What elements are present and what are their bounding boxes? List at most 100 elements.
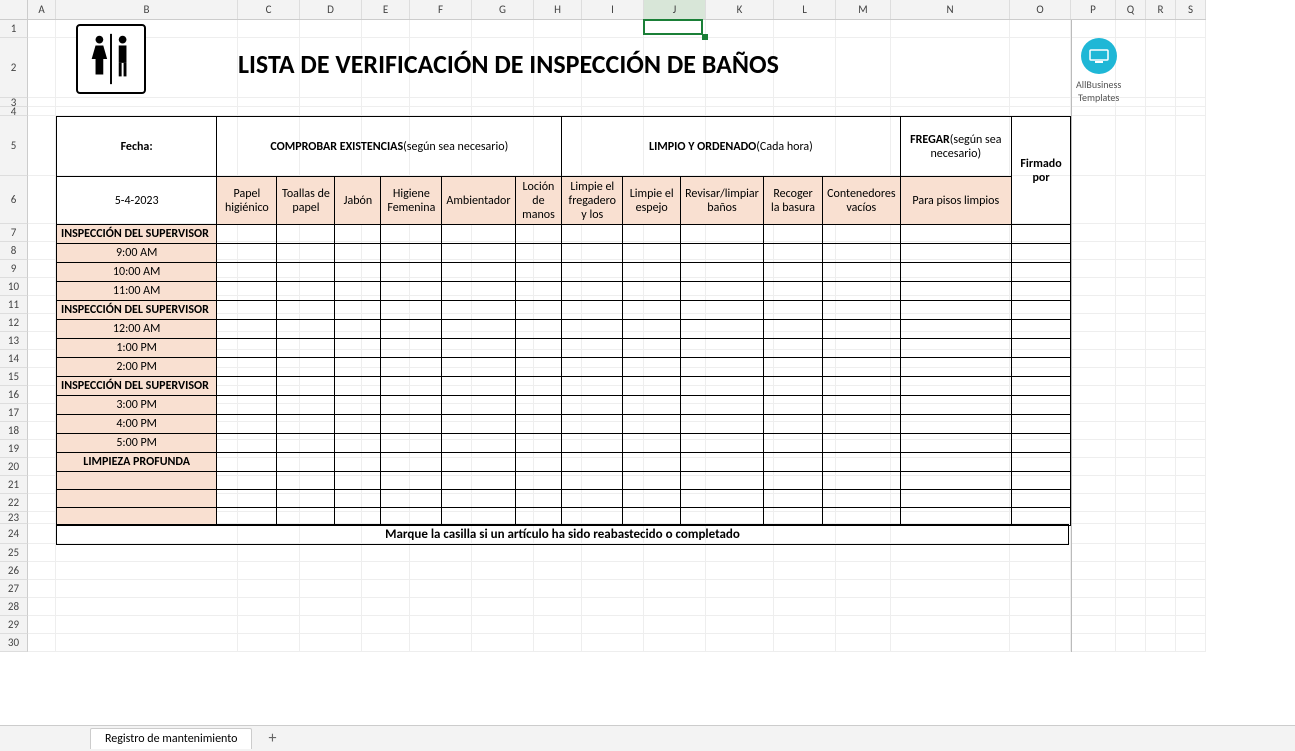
col-header-F[interactable]: F [410,0,472,19]
checklist-cell[interactable] [900,472,1012,490]
checklist-cell[interactable] [823,244,900,263]
checklist-cell[interactable] [442,358,515,377]
checklist-cell[interactable] [823,490,900,508]
checklist-cell[interactable] [562,320,623,339]
checklist-cell[interactable] [1012,434,1071,453]
checklist-cell[interactable] [217,490,277,508]
checklist-cell[interactable] [763,453,822,472]
checklist-cell[interactable] [623,244,681,263]
row-header-24[interactable]: 24 [0,524,28,544]
checklist-cell[interactable] [1012,358,1071,377]
row-header-15[interactable]: 15 [0,368,28,386]
row-header-1[interactable]: 1 [0,20,28,38]
col-header-E[interactable]: E [362,0,410,19]
row-header-26[interactable]: 26 [0,562,28,580]
checklist-cell[interactable] [562,490,623,508]
checklist-cell[interactable] [335,396,381,415]
checklist-cell[interactable] [900,396,1012,415]
col-header-K[interactable]: K [706,0,774,19]
sheet-tab[interactable]: Registro de mantenimiento [90,728,252,749]
checklist-cell[interactable] [823,282,900,301]
checklist-cell[interactable] [900,301,1012,320]
checklist-cell[interactable] [335,244,381,263]
checklist-cell[interactable] [823,434,900,453]
checklist-cell[interactable] [277,244,335,263]
checklist-cell[interactable] [1012,301,1071,320]
checklist-cell[interactable] [1012,415,1071,434]
checklist-cell[interactable] [823,263,900,282]
checklist-cell[interactable] [277,301,335,320]
checklist-cell[interactable] [900,320,1012,339]
checklist-cell[interactable] [515,339,562,358]
checklist-cell[interactable] [681,396,764,415]
col-header-L[interactable]: L [774,0,836,19]
checklist-cell[interactable] [515,453,562,472]
checklist-cell[interactable] [381,415,442,434]
checklist-cell[interactable] [335,472,381,490]
col-header-C[interactable]: C [238,0,300,19]
checklist-cell[interactable] [335,377,381,396]
checklist-cell[interactable] [562,508,623,526]
checklist-cell[interactable] [623,301,681,320]
checklist-cell[interactable] [763,377,822,396]
checklist-cell[interactable] [217,396,277,415]
checklist-cell[interactable] [823,396,900,415]
checklist-cell[interactable] [277,263,335,282]
checklist-cell[interactable] [562,282,623,301]
checklist-cell[interactable] [217,358,277,377]
col-header-R[interactable]: R [1146,0,1176,19]
checklist-cell[interactable] [900,225,1012,244]
checklist-cell[interactable] [335,339,381,358]
col-header-H[interactable]: H [534,0,582,19]
col-header-G[interactable]: G [472,0,534,19]
checklist-cell[interactable] [823,415,900,434]
checklist-cell[interactable] [763,490,822,508]
checklist-cell[interactable] [1012,282,1071,301]
checklist-cell[interactable] [763,282,822,301]
checklist-cell[interactable] [763,225,822,244]
checklist-cell[interactable] [381,434,442,453]
checklist-cell[interactable] [900,282,1012,301]
checklist-cell[interactable] [562,301,623,320]
checklist-cell[interactable] [442,396,515,415]
row-header-11[interactable]: 11 [0,296,28,314]
row-header-12[interactable]: 12 [0,314,28,332]
row-header-22[interactable]: 22 [0,494,28,512]
checklist-cell[interactable] [900,339,1012,358]
checklist-cell[interactable] [217,244,277,263]
checklist-cell[interactable] [381,490,442,508]
checklist-cell[interactable] [277,508,335,526]
checklist-cell[interactable] [681,377,764,396]
col-header-D[interactable]: D [300,0,362,19]
checklist-cell[interactable] [217,339,277,358]
row-header-23[interactable]: 23 [0,512,28,524]
checklist-cell[interactable] [277,415,335,434]
checklist-cell[interactable] [900,490,1012,508]
row-header-27[interactable]: 27 [0,580,28,598]
checklist-cell[interactable] [442,434,515,453]
checklist-cell[interactable] [277,396,335,415]
checklist-cell[interactable] [515,282,562,301]
row-header-29[interactable]: 29 [0,616,28,634]
checklist-cell[interactable] [442,225,515,244]
checklist-cell[interactable] [381,282,442,301]
checklist-cell[interactable] [763,320,822,339]
checklist-cell[interactable] [515,472,562,490]
checklist-cell[interactable] [562,434,623,453]
checklist-cell[interactable] [823,339,900,358]
checklist-cell[interactable] [681,358,764,377]
checklist-cell[interactable] [623,377,681,396]
checklist-cell[interactable] [277,225,335,244]
checklist-cell[interactable] [823,301,900,320]
checklist-cell[interactable] [217,320,277,339]
checklist-cell[interactable] [442,415,515,434]
col-header-N[interactable]: N [891,0,1010,19]
checklist-cell[interactable] [623,434,681,453]
add-sheet-button[interactable]: + [260,729,284,748]
checklist-cell[interactable] [623,453,681,472]
checklist-cell[interactable] [335,453,381,472]
checklist-cell[interactable] [381,225,442,244]
checklist-cell[interactable] [277,339,335,358]
checklist-cell[interactable] [335,358,381,377]
checklist-cell[interactable] [681,490,764,508]
